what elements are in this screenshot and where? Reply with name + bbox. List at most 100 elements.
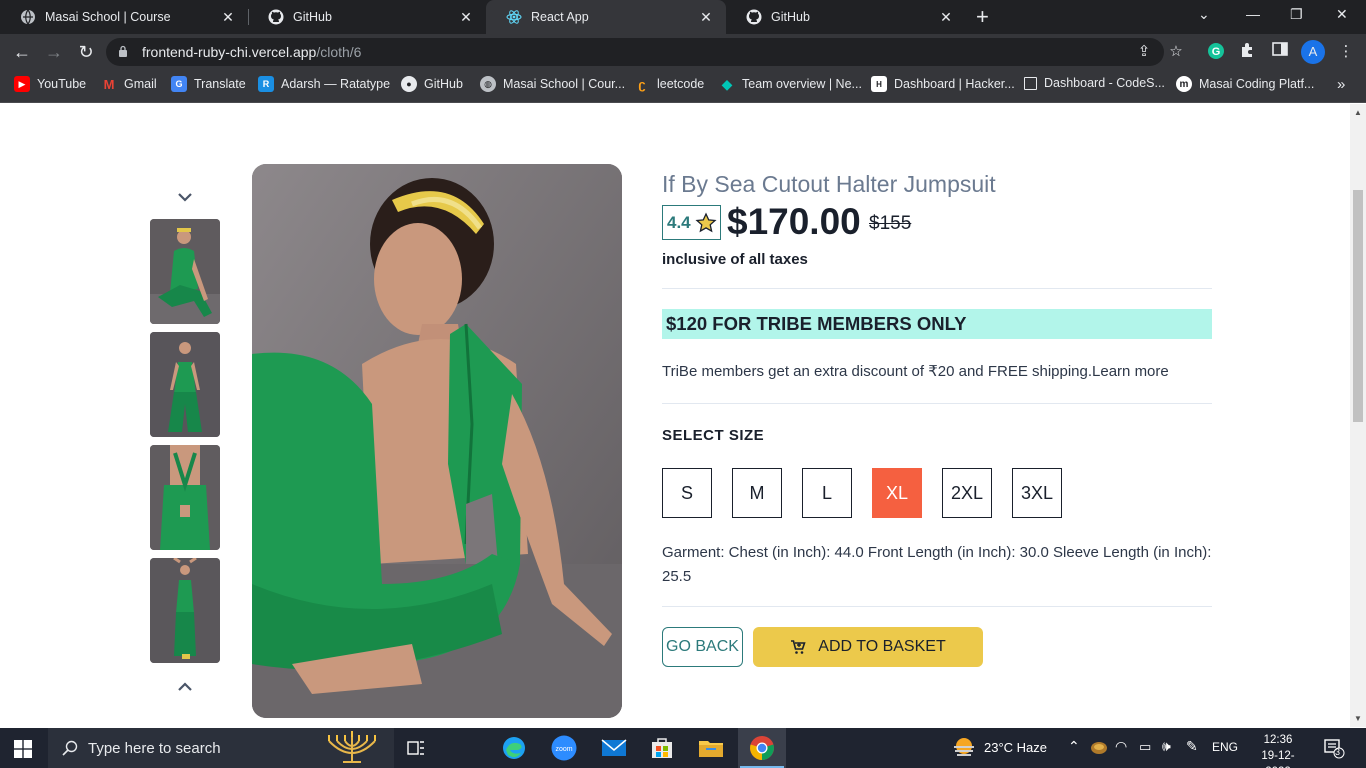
bookmark-masai-coding[interactable]: m Masai Coding Platf... [1176,76,1314,92]
bookmark-translate[interactable]: G Translate [171,76,246,92]
tab-github-1[interactable]: GitHub ✕ [248,0,486,34]
new-tab-button[interactable]: + [976,4,989,30]
browser-toolbar: ← → ↻ frontend-ruby-chi.vercel.app/cloth… [0,34,1366,70]
weather-text[interactable]: 23°C Haze [984,740,1047,755]
url-path: /cloth/6 [316,44,362,60]
thumbnail-2[interactable] [150,332,220,437]
reload-icon[interactable]: ↻ [74,40,98,64]
weather-haze-icon[interactable] [950,734,978,762]
tab-masai-course[interactable]: Masai School | Course ✕ [0,0,248,34]
volume-icon[interactable]: 🕪 [1162,738,1171,755]
grammarly-icon[interactable]: G [1206,42,1226,62]
chevron-up-icon[interactable] [176,680,194,694]
divider [662,288,1212,289]
product-page: If By Sea Cutout Halter Jumpsuit 4.4 $17… [0,104,1350,727]
go-back-button[interactable]: GO BACK [662,627,743,667]
close-tab-icon[interactable]: ✕ [698,9,714,26]
thumbnail-image [150,332,220,437]
restore-button[interactable]: ❐ [1290,6,1303,23]
system-clock[interactable]: 12:36 19-12-2022 [1250,732,1306,768]
bookmark-gmail[interactable]: M Gmail [101,76,157,92]
bookmark-youtube[interactable]: ▶ YouTube [14,76,86,92]
product-title: If By Sea Cutout Halter Jumpsuit [662,171,996,197]
chrome-taskbar-button[interactable] [738,728,786,768]
thumbnail-1[interactable] [150,219,220,324]
edge-icon[interactable] [500,734,528,762]
bookmark-hackerrank[interactable]: H Dashboard | Hacker... [871,76,1015,92]
thumbnail-3[interactable] [150,445,220,550]
pen-input-icon[interactable]: ✎ [1186,738,1198,755]
scroll-up-arrow-icon[interactable]: ▲ [1354,108,1362,117]
menorah-icon[interactable] [322,730,382,766]
kebab-menu-icon[interactable]: ⋮ [1336,42,1356,62]
svg-text:zoom: zoom [555,746,572,753]
thumbnail-4[interactable] [150,558,220,663]
notification-center-icon[interactable]: 3 [1320,734,1348,762]
close-tab-icon[interactable]: ✕ [938,9,954,26]
extensions-puzzle-icon[interactable] [1238,42,1258,62]
close-tab-icon[interactable]: ✕ [220,9,236,26]
show-hidden-icons-chevron-icon[interactable]: ⌃ [1068,738,1080,755]
github-icon: ● [401,76,417,92]
divider [662,606,1212,607]
bookmark-label: Masai Coding Platf... [1199,77,1315,91]
bookmark-star-icon[interactable]: ☆ [1166,42,1186,62]
size-button-xl[interactable]: XL [872,468,922,518]
share-icon[interactable]: ⇪ [1134,42,1154,62]
bookmark-leetcode[interactable]: ʗ leetcode [634,76,704,92]
more-bookmarks-icon[interactable]: » [1337,76,1345,93]
close-tab-icon[interactable]: ✕ [458,9,474,26]
mail-icon[interactable] [600,734,628,762]
close-window-button[interactable]: ✕ [1336,6,1348,23]
forward-arrow-icon[interactable]: → [42,40,66,64]
original-price: $155 [869,213,912,234]
scrollbar-thumb[interactable] [1353,190,1363,422]
back-arrow-icon[interactable]: ← [10,40,34,64]
zoom-icon[interactable]: zoom [550,734,578,762]
store-icon[interactable] [648,734,676,762]
task-view-icon[interactable] [402,734,430,762]
product-price: $170.00 [727,201,861,242]
bookmark-label: YouTube [37,77,87,91]
size-button-2xl[interactable]: 2XL [942,468,992,518]
tab-search-chevron-icon[interactable]: ⌄ [1198,6,1210,23]
bookmark-github[interactable]: ● GitHub [401,76,463,92]
size-button-s[interactable]: S [662,468,712,518]
file-explorer-icon[interactable] [697,734,725,762]
address-bar[interactable]: frontend-ruby-chi.vercel.app/cloth/6 ⇪ [106,38,1164,66]
wifi-icon[interactable]: ◠ [1115,738,1127,755]
bookmark-ratatype[interactable]: R Adarsh — Ratatype [258,76,390,92]
page-scrollbar[interactable]: ▲ ▼ [1350,104,1366,727]
bookmark-label: Translate [194,77,246,91]
tray-app-icon[interactable] [1088,734,1110,762]
garment-measurements: Garment: Chest (in Inch): 44.0 Front Len… [662,544,1212,585]
minimize-button[interactable]: — [1246,6,1260,22]
battery-icon[interactable]: ▭ [1139,739,1151,755]
bookmark-team-overview[interactable]: ◆ Team overview | Ne... [719,76,862,92]
bookmark-label: Masai School | Cour... [503,77,626,91]
clock-date: 19-12-2022 [1261,750,1295,768]
bookmark-codesignal[interactable]: Dashboard - CodeS... [1024,76,1165,90]
add-to-basket-button[interactable]: ADD TO BASKET [753,627,983,667]
globe-icon: ◍ [480,76,496,92]
size-button-3xl[interactable]: 3XL [1012,468,1062,518]
translate-icon: G [171,76,187,92]
search-icon [62,740,78,756]
tab-react-app[interactable]: React App ✕ [486,0,726,34]
scroll-down-arrow-icon[interactable]: ▼ [1354,714,1362,723]
side-panel-icon[interactable] [1270,42,1290,62]
bookmark-masai-course[interactable]: ◍ Masai School | Cour... [480,76,625,92]
leetcode-icon: ʗ [638,76,646,92]
search-placeholder: Type here to search [88,739,221,757]
profile-avatar[interactable]: A [1301,40,1325,64]
language-indicator[interactable]: ENG [1212,740,1238,754]
windows-start-icon[interactable] [14,740,32,758]
square-icon [1024,76,1037,90]
thumbnail-image [150,558,220,663]
tribe-offer-banner: $120 FOR TRIBE MEMBERS ONLY [662,309,1212,339]
size-button-l[interactable]: L [802,468,852,518]
size-button-m[interactable]: M [732,468,782,518]
tab-github-2[interactable]: GitHub ✕ [726,0,966,34]
chevron-down-icon[interactable] [176,190,194,204]
lock-icon [119,45,127,57]
